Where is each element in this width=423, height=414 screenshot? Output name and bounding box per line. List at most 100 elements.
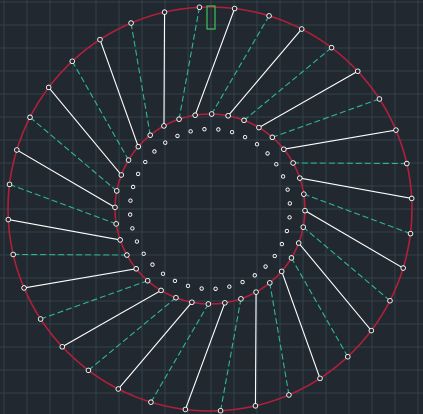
outer-endpoint-marker[interactable] — [387, 297, 393, 304]
small-ring-marker[interactable] — [160, 271, 166, 276]
inner-endpoint-marker[interactable] — [118, 172, 125, 178]
outer-endpoint-marker[interactable] — [298, 26, 305, 32]
solid-radial-line[interactable] — [298, 242, 372, 331]
small-ring-marker[interactable] — [130, 226, 135, 231]
inner-endpoint-marker[interactable] — [281, 146, 287, 152]
outer-endpoint-marker[interactable] — [37, 316, 44, 322]
outer-endpoint-marker[interactable] — [6, 181, 13, 188]
inner-endpoint-marker[interactable] — [256, 124, 262, 131]
inner-endpoint-marker[interactable] — [147, 132, 153, 138]
inner-endpoint-marker[interactable] — [125, 157, 132, 163]
dashed-radial-line[interactable] — [88, 297, 177, 371]
inner-endpoint-marker[interactable] — [208, 111, 215, 117]
outer-endpoint-marker[interactable] — [21, 285, 27, 291]
inner-endpoint-marker[interactable] — [253, 289, 259, 295]
solid-radial-line[interactable] — [61, 289, 162, 348]
inner-endpoint-marker[interactable] — [133, 266, 139, 272]
outer-endpoint-marker[interactable] — [404, 160, 410, 167]
inner-endpoint-marker[interactable] — [297, 175, 303, 181]
outer-endpoint-marker[interactable] — [69, 58, 75, 65]
outer-endpoint-marker[interactable] — [161, 9, 168, 15]
inner-endpoint-marker[interactable] — [124, 252, 130, 258]
inner-endpoint-marker[interactable] — [113, 221, 119, 227]
solid-radial-line[interactable] — [281, 271, 321, 379]
outer-endpoint-marker[interactable] — [217, 407, 224, 414]
outer-endpoint-marker[interactable] — [59, 344, 66, 350]
outer-endpoint-marker[interactable] — [328, 44, 335, 51]
small-ring-marker[interactable] — [285, 187, 290, 192]
dashed-radial-line[interactable] — [211, 15, 270, 115]
solid-radial-line[interactable] — [258, 70, 359, 129]
small-ring-marker[interactable] — [242, 134, 248, 140]
inner-endpoint-marker[interactable] — [302, 207, 308, 214]
inner-endpoint-marker[interactable] — [301, 191, 307, 197]
outer-endpoint-marker[interactable] — [317, 375, 323, 382]
solid-radial-line[interactable] — [254, 292, 257, 406]
small-ring-marker[interactable] — [252, 273, 257, 278]
outer-endpoint-marker[interactable] — [196, 4, 203, 11]
small-ring-marker[interactable] — [199, 286, 204, 291]
outer-endpoint-marker[interactable] — [27, 114, 33, 121]
small-ring-marker[interactable] — [265, 151, 270, 156]
solid-radial-line[interactable] — [304, 210, 404, 269]
dashed-radial-line[interactable] — [130, 22, 151, 136]
inner-endpoint-marker[interactable] — [161, 123, 167, 129]
outer-endpoint-marker[interactable] — [85, 367, 92, 374]
small-ring-marker[interactable] — [172, 278, 178, 284]
inner-endpoint-marker[interactable] — [290, 160, 296, 166]
solid-radial-line[interactable] — [48, 87, 122, 176]
inner-endpoint-marker[interactable] — [135, 143, 142, 150]
inner-endpoint-marker[interactable] — [158, 287, 164, 294]
outer-endpoint-marker[interactable] — [115, 386, 122, 392]
small-ring-marker[interactable] — [141, 251, 146, 256]
outer-endpoint-marker[interactable] — [368, 327, 375, 334]
outer-endpoint-marker[interactable] — [400, 265, 406, 271]
inner-endpoint-marker[interactable] — [189, 299, 195, 306]
small-ring-marker[interactable] — [216, 127, 221, 132]
small-ring-marker[interactable] — [279, 241, 285, 247]
small-ring-marker[interactable] — [150, 262, 155, 267]
inner-endpoint-marker[interactable] — [269, 134, 276, 141]
outer-endpoint-marker[interactable] — [5, 216, 12, 223]
small-ring-marker[interactable] — [229, 129, 235, 135]
outer-endpoint-marker[interactable] — [252, 403, 259, 409]
small-ring-marker[interactable] — [284, 228, 290, 234]
outer-endpoint-marker[interactable] — [286, 392, 292, 398]
inner-endpoint-marker[interactable] — [295, 240, 302, 246]
small-ring-marker[interactable] — [185, 283, 191, 289]
dashed-radial-line[interactable] — [290, 257, 349, 358]
small-ring-marker[interactable] — [272, 253, 277, 259]
small-ring-marker[interactable] — [134, 239, 140, 244]
small-ring-marker[interactable] — [287, 201, 292, 206]
inner-endpoint-marker[interactable] — [113, 188, 120, 194]
inner-endpoint-marker[interactable] — [173, 294, 179, 301]
inner-endpoint-marker[interactable] — [238, 296, 244, 302]
inner-endpoint-marker[interactable] — [112, 204, 118, 211]
small-ring-marker[interactable] — [135, 171, 141, 177]
outer-endpoint-marker[interactable] — [345, 353, 351, 360]
outer-endpoint-marker[interactable] — [393, 127, 399, 133]
small-ring-marker[interactable] — [130, 184, 136, 190]
small-ring-marker[interactable] — [202, 127, 207, 132]
inner-endpoint-marker[interactable] — [288, 255, 295, 261]
inner-endpoint-marker[interactable] — [117, 237, 123, 243]
outer-endpoint-marker[interactable] — [182, 406, 189, 413]
small-ring-marker[interactable] — [213, 286, 218, 291]
drawing-canvas[interactable] — [0, 0, 423, 414]
outer-endpoint-marker[interactable] — [148, 399, 154, 405]
dashed-radial-line[interactable] — [269, 282, 290, 396]
dashed-radial-line[interactable] — [150, 303, 209, 403]
inner-endpoint-marker[interactable] — [144, 277, 151, 284]
small-ring-marker[interactable] — [254, 142, 260, 147]
dashed-radial-line[interactable] — [303, 193, 411, 235]
small-ring-marker[interactable] — [263, 264, 268, 269]
inner-endpoint-marker[interactable] — [241, 117, 247, 124]
outer-endpoint-marker[interactable] — [10, 251, 16, 258]
small-ring-marker[interactable] — [163, 140, 168, 145]
small-ring-marker[interactable] — [274, 162, 279, 167]
dashed-radial-line[interactable] — [40, 280, 148, 320]
dashed-radial-line[interactable] — [220, 298, 242, 411]
outer-endpoint-marker[interactable] — [97, 36, 103, 43]
inner-endpoint-marker[interactable] — [176, 116, 182, 122]
cad-viewport[interactable] — [0, 0, 423, 414]
